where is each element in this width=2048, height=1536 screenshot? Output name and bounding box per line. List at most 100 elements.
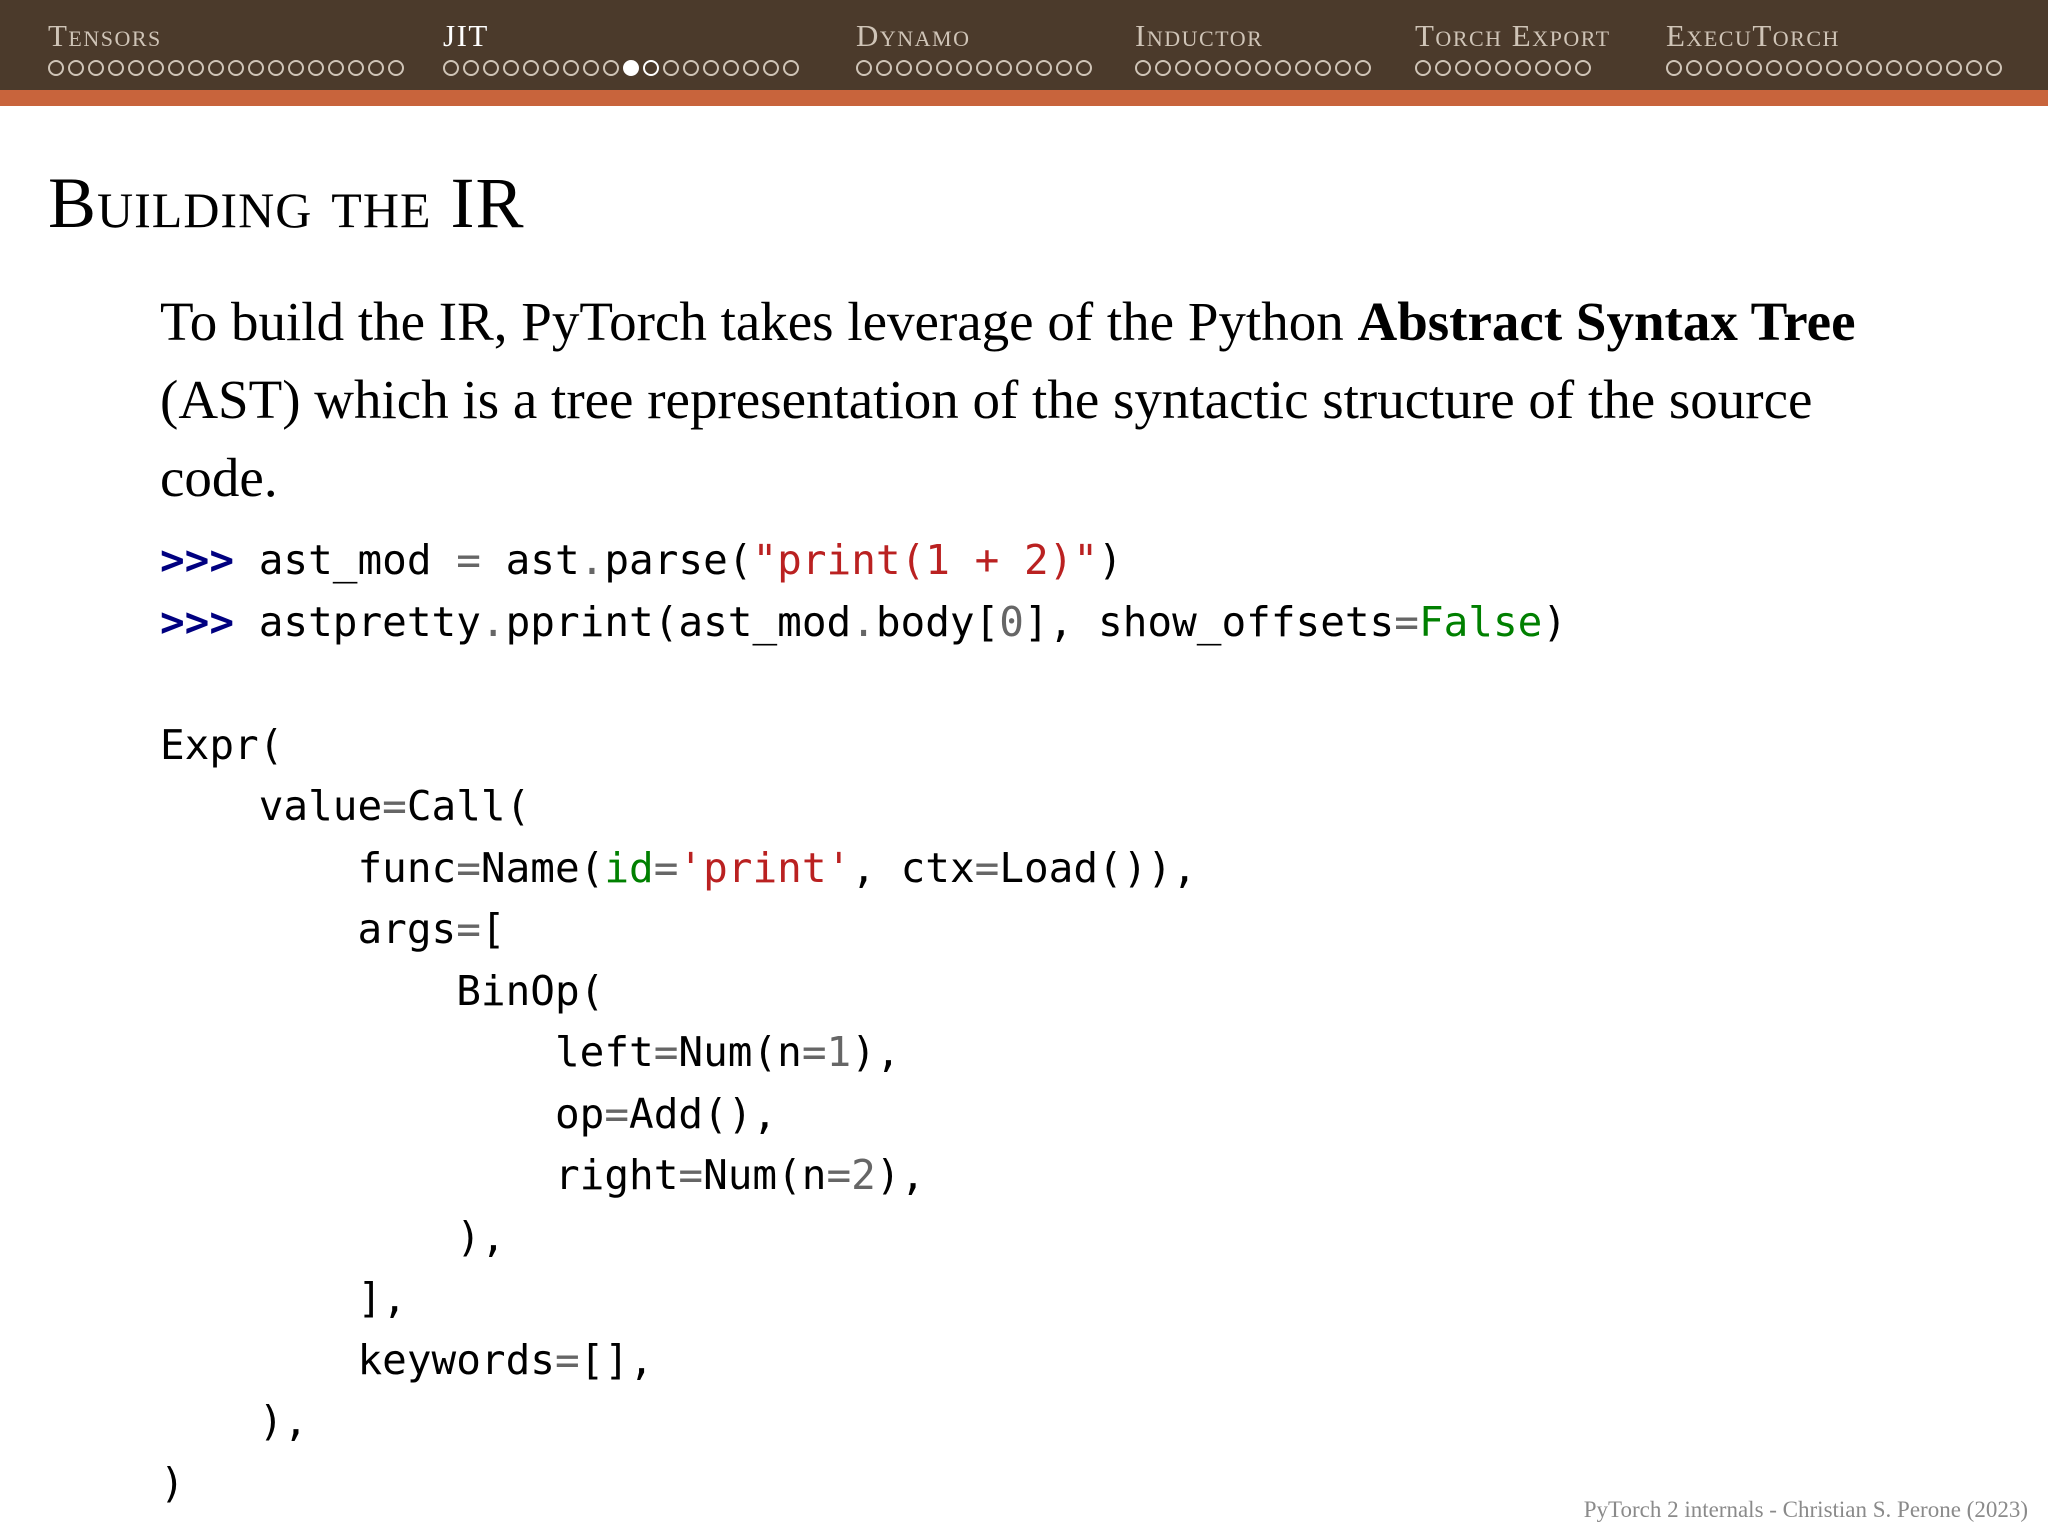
frame-dot[interactable]: [1515, 60, 1531, 76]
frame-dot[interactable]: [1946, 60, 1962, 76]
nav-section-torch-export[interactable]: Torch Export: [1415, 18, 1665, 90]
frame-dot[interactable]: [1495, 60, 1511, 76]
frame-dot[interactable]: [1826, 60, 1842, 76]
frame-dot[interactable]: [543, 60, 559, 76]
nav-section-jit[interactable]: JIT: [443, 18, 853, 90]
frame-dot[interactable]: [1036, 60, 1052, 76]
frame-dot[interactable]: [1846, 60, 1862, 76]
frame-dot[interactable]: [108, 60, 124, 76]
frame-dot[interactable]: [1966, 60, 1982, 76]
frame-dot[interactable]: [1056, 60, 1072, 76]
frame-dot[interactable]: [623, 60, 639, 76]
code-keyword: id: [604, 843, 654, 892]
nav-section-dots: [443, 60, 853, 76]
code-token: [],: [579, 1335, 654, 1384]
frame-dot[interactable]: [1435, 60, 1451, 76]
frame-dot[interactable]: [148, 60, 164, 76]
frame-dot[interactable]: [743, 60, 759, 76]
frame-dot[interactable]: [1555, 60, 1571, 76]
frame-dot[interactable]: [1866, 60, 1882, 76]
frame-dot[interactable]: [1535, 60, 1551, 76]
nav-section-executorch[interactable]: ExecuTorch: [1666, 18, 2048, 90]
frame-dot[interactable]: [1335, 60, 1351, 76]
frame-dot[interactable]: [783, 60, 799, 76]
frame-dot[interactable]: [1886, 60, 1902, 76]
frame-dot[interactable]: [1906, 60, 1922, 76]
frame-dot[interactable]: [128, 60, 144, 76]
frame-dot[interactable]: [1746, 60, 1762, 76]
frame-dot[interactable]: [956, 60, 972, 76]
frame-dot[interactable]: [1135, 60, 1151, 76]
frame-dot[interactable]: [1786, 60, 1802, 76]
frame-dot[interactable]: [523, 60, 539, 76]
code-token: =: [554, 1335, 580, 1384]
frame-dot[interactable]: [228, 60, 244, 76]
frame-dot[interactable]: [936, 60, 952, 76]
frame-dot[interactable]: [663, 60, 679, 76]
frame-dot[interactable]: [1215, 60, 1231, 76]
frame-dot[interactable]: [703, 60, 719, 76]
frame-dot[interactable]: [368, 60, 384, 76]
frame-dot[interactable]: [1355, 60, 1371, 76]
frame-dot[interactable]: [916, 60, 932, 76]
frame-dot[interactable]: [1175, 60, 1191, 76]
frame-dot[interactable]: [328, 60, 344, 76]
frame-dot[interactable]: [1726, 60, 1742, 76]
code-token: parse(: [604, 536, 753, 584]
frame-dot[interactable]: [1575, 60, 1591, 76]
frame-dot[interactable]: [1455, 60, 1471, 76]
frame-dot[interactable]: [88, 60, 104, 76]
frame-dot[interactable]: [48, 60, 64, 76]
frame-dot[interactable]: [1315, 60, 1331, 76]
frame-dot[interactable]: [1255, 60, 1271, 76]
frame-dot[interactable]: [1766, 60, 1782, 76]
frame-dot[interactable]: [976, 60, 992, 76]
frame-dot[interactable]: [248, 60, 264, 76]
frame-dot[interactable]: [1195, 60, 1211, 76]
frame-dot[interactable]: [1686, 60, 1702, 76]
frame-dot[interactable]: [1475, 60, 1491, 76]
frame-dot[interactable]: [1706, 60, 1722, 76]
frame-dot[interactable]: [1666, 60, 1682, 76]
frame-dot[interactable]: [268, 60, 284, 76]
code-token: .: [579, 536, 605, 584]
frame-dot[interactable]: [188, 60, 204, 76]
frame-dot[interactable]: [208, 60, 224, 76]
frame-dot[interactable]: [1806, 60, 1822, 76]
nav-section-inductor[interactable]: Inductor: [1135, 18, 1415, 90]
frame-dot[interactable]: [1986, 60, 2002, 76]
frame-dot[interactable]: [348, 60, 364, 76]
frame-dot[interactable]: [763, 60, 779, 76]
frame-dot[interactable]: [68, 60, 84, 76]
frame-dot[interactable]: [723, 60, 739, 76]
frame-dot[interactable]: [483, 60, 499, 76]
nav-section-dynamo[interactable]: Dynamo: [856, 18, 1136, 90]
frame-dot[interactable]: [388, 60, 404, 76]
frame-dot[interactable]: [856, 60, 872, 76]
frame-dot[interactable]: [308, 60, 324, 76]
frame-dot[interactable]: [1415, 60, 1431, 76]
frame-dot[interactable]: [683, 60, 699, 76]
frame-dot[interactable]: [1295, 60, 1311, 76]
frame-dot[interactable]: [503, 60, 519, 76]
frame-dot[interactable]: [643, 60, 659, 76]
frame-dot[interactable]: [996, 60, 1012, 76]
frame-dot[interactable]: [168, 60, 184, 76]
frame-dot[interactable]: [1155, 60, 1171, 76]
frame-dot[interactable]: [463, 60, 479, 76]
frame-dot[interactable]: [876, 60, 892, 76]
code-keyword: False: [1418, 597, 1543, 646]
frame-dot[interactable]: [288, 60, 304, 76]
frame-dot[interactable]: [563, 60, 579, 76]
frame-dot[interactable]: [1926, 60, 1942, 76]
frame-dot[interactable]: [443, 60, 459, 76]
frame-dot[interactable]: [603, 60, 619, 76]
frame-dot[interactable]: [583, 60, 599, 76]
frame-dot[interactable]: [896, 60, 912, 76]
frame-dot[interactable]: [1076, 60, 1092, 76]
code-line-2: >>> astpretty.pprint(ast_mod.body[0], sh…: [160, 598, 1567, 646]
frame-dot[interactable]: [1016, 60, 1032, 76]
frame-dot[interactable]: [1275, 60, 1291, 76]
nav-section-tensors[interactable]: Tensors: [48, 18, 438, 90]
frame-dot[interactable]: [1235, 60, 1251, 76]
